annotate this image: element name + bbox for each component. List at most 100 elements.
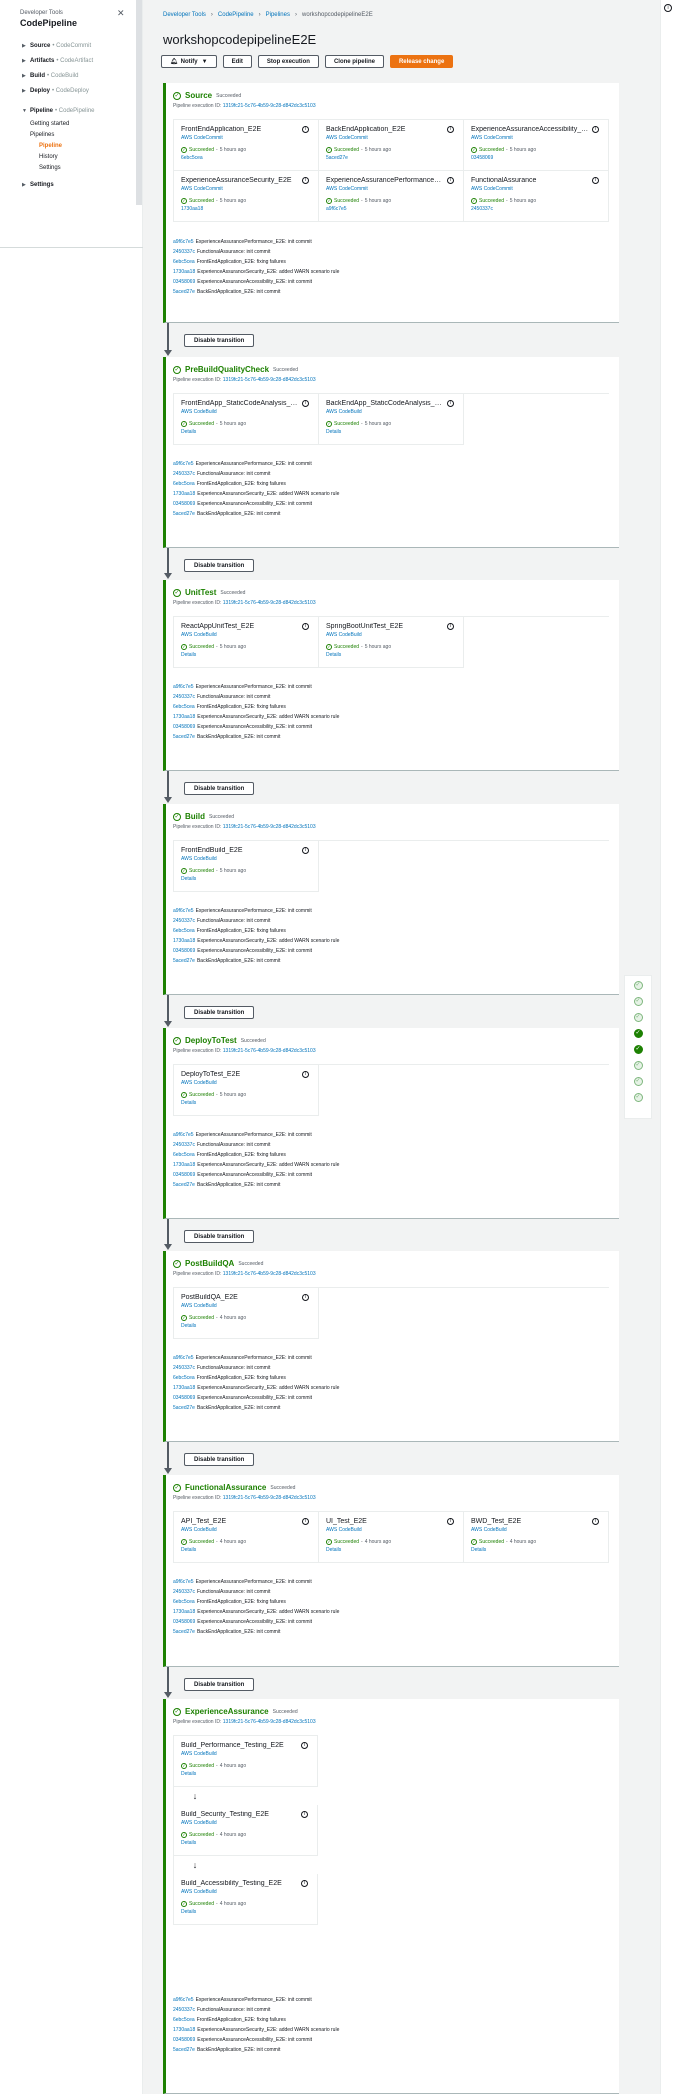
commit-id-link[interactable]: a9f6c7e5 xyxy=(173,1132,194,1138)
stage-status-dot[interactable]: ✓ xyxy=(633,1029,643,1038)
stage-status-dot[interactable]: ✓ xyxy=(633,1045,643,1054)
action-detail-link[interactable]: a9f6c7e5 xyxy=(326,206,457,212)
action-provider-link[interactable]: AWS CodeCommit xyxy=(326,186,457,192)
action-detail-link[interactable]: Details xyxy=(326,429,457,435)
action-provider-link[interactable]: AWS CodeBuild xyxy=(181,1303,312,1309)
disable-transition-button[interactable]: Disable transition xyxy=(184,1006,255,1019)
execution-id-link[interactable]: 1319fc21-5c76-4b59-9c28-d842dc3c5103 xyxy=(223,377,316,383)
action-detail-link[interactable]: Details xyxy=(471,1547,602,1553)
info-icon[interactable]: i xyxy=(302,1518,309,1525)
notify-button[interactable]: 🔔︎ Notify ▼ xyxy=(161,55,217,68)
commit-id-link[interactable]: 2450337c xyxy=(173,1142,195,1148)
action-provider-link[interactable]: AWS CodeBuild xyxy=(326,1527,457,1533)
action-provider-link[interactable]: AWS CodeCommit xyxy=(181,186,312,192)
action-detail-link[interactable]: Details xyxy=(326,652,457,658)
execution-id-link[interactable]: 1319fc21-5c76-4b59-9c28-d842dc3c5103 xyxy=(223,1271,316,1277)
stage-name[interactable]: FunctionalAssurance xyxy=(185,1483,266,1492)
action-detail-link[interactable]: 6ebc5cea xyxy=(181,155,312,161)
sidebar-scrollbar[interactable] xyxy=(136,0,142,205)
stage-status-dot[interactable]: ✓ xyxy=(633,1013,643,1022)
commit-id-link[interactable]: a9f6c7e5 xyxy=(173,684,194,690)
stage-status-dot[interactable]: ✓ xyxy=(633,981,643,990)
info-icon[interactable]: i xyxy=(301,1811,308,1818)
commit-id-link[interactable]: 5aced27e xyxy=(173,2047,195,2053)
action-provider-link[interactable]: AWS CodeBuild xyxy=(181,1527,312,1533)
commit-id-link[interactable]: 1730aa18 xyxy=(173,269,195,275)
action-detail-link[interactable]: 5aced27e xyxy=(326,155,457,161)
action-provider-link[interactable]: AWS CodeCommit xyxy=(471,186,602,192)
action-provider-link[interactable]: AWS CodeBuild xyxy=(181,856,312,862)
commit-id-link[interactable]: 1730aa18 xyxy=(173,491,195,497)
execution-id-link[interactable]: 1319fc21-5c76-4b59-9c28-d842dc3c5103 xyxy=(223,600,316,606)
execution-id-link[interactable]: 1319fc21-5c76-4b59-9c28-d842dc3c5103 xyxy=(223,103,316,109)
commit-id-link[interactable]: 6ebc5cea xyxy=(173,1599,195,1605)
action-provider-link[interactable]: AWS CodeBuild xyxy=(181,1889,311,1895)
action-provider-link[interactable]: AWS CodeBuild xyxy=(471,1527,602,1533)
info-icon[interactable]: i xyxy=(302,177,309,184)
disable-transition-button[interactable]: Disable transition xyxy=(184,1453,255,1466)
commit-id-link[interactable]: 6ebc5cea xyxy=(173,1152,195,1158)
commit-id-link[interactable]: a9f6c7e5 xyxy=(173,1355,194,1361)
commit-id-link[interactable]: 6ebc5cea xyxy=(173,704,195,710)
action-provider-link[interactable]: AWS CodeCommit xyxy=(326,135,457,141)
commit-id-link[interactable]: 03458069 xyxy=(173,1172,195,1178)
action-provider-link[interactable]: AWS CodeBuild xyxy=(181,409,312,415)
disable-transition-button[interactable]: Disable transition xyxy=(184,1678,255,1691)
sidebar-section-source[interactable]: ▶ Source • CodeCommit xyxy=(0,38,142,53)
commit-id-link[interactable]: 2450337c xyxy=(173,2007,195,2013)
action-detail-link[interactable]: Details xyxy=(181,652,312,658)
info-icon[interactable]: i xyxy=(301,1742,308,1749)
commit-id-link[interactable]: 5aced27e xyxy=(173,1405,195,1411)
commit-id-link[interactable]: 03458069 xyxy=(173,1395,195,1401)
stage-name[interactable]: UnitTest xyxy=(185,588,216,597)
commit-id-link[interactable]: 2450337c xyxy=(173,471,195,477)
sidebar-section-pipeline[interactable]: ▼ Pipeline • CodePipeline xyxy=(0,103,142,118)
commit-id-link[interactable]: 1730aa18 xyxy=(173,1385,195,1391)
commit-id-link[interactable]: 6ebc5cea xyxy=(173,928,195,934)
stage-name[interactable]: ExperienceAssurance xyxy=(185,1707,269,1716)
breadcrumb-codepipeline[interactable]: CodePipeline xyxy=(218,12,254,18)
action-detail-link[interactable]: Details xyxy=(181,1100,312,1106)
commit-id-link[interactable]: 2450337c xyxy=(173,694,195,700)
commit-id-link[interactable]: 2450337c xyxy=(173,249,195,255)
action-detail-link[interactable]: Details xyxy=(181,1771,311,1777)
action-provider-link[interactable]: AWS CodeBuild xyxy=(181,632,312,638)
action-provider-link[interactable]: AWS CodeBuild xyxy=(181,1751,311,1757)
info-icon[interactable]: i xyxy=(302,126,309,133)
execution-id-link[interactable]: 1319fc21-5c76-4b59-9c28-d842dc3c5103 xyxy=(223,1719,316,1725)
commit-id-link[interactable]: a9f6c7e5 xyxy=(173,1997,194,2003)
action-detail-link[interactable]: 2450337c xyxy=(471,206,602,212)
sidebar-subitem-pipeline[interactable]: Pipeline xyxy=(0,140,142,151)
info-icon[interactable]: i xyxy=(302,1071,309,1078)
action-detail-link[interactable]: Details xyxy=(181,876,312,882)
info-icon[interactable]: i xyxy=(592,1518,599,1525)
disable-transition-button[interactable]: Disable transition xyxy=(184,334,255,347)
commit-id-link[interactable]: 6ebc5cea xyxy=(173,1375,195,1381)
commit-id-link[interactable]: 03458069 xyxy=(173,724,195,730)
stop-execution-button[interactable]: Stop execution xyxy=(257,55,319,68)
sidebar-subitem-history[interactable]: History xyxy=(0,151,142,162)
info-icon[interactable]: i xyxy=(592,177,599,184)
stage-status-dot[interactable]: ✓ xyxy=(633,1077,643,1086)
action-detail-link[interactable]: Details xyxy=(181,1547,312,1553)
commit-id-link[interactable]: 6ebc5cea xyxy=(173,259,195,265)
action-detail-link[interactable]: Details xyxy=(181,429,312,435)
commit-id-link[interactable]: 1730aa18 xyxy=(173,714,195,720)
commit-id-link[interactable]: a9f6c7e5 xyxy=(173,239,194,245)
commit-id-link[interactable]: 2450337c xyxy=(173,1365,195,1371)
info-icon[interactable]: i xyxy=(302,847,309,854)
release-change-button[interactable]: Release change xyxy=(389,55,454,68)
sidebar-section-settings[interactable]: ▶ Settings xyxy=(0,177,142,192)
sidebar-section-artifacts[interactable]: ▶ Artifacts • CodeArtifact xyxy=(0,53,142,68)
stage-name[interactable]: DeployToTest xyxy=(185,1036,237,1045)
stage-status-dot[interactable]: ✓ xyxy=(633,1061,643,1070)
commit-id-link[interactable]: 1730aa18 xyxy=(173,938,195,944)
info-icon[interactable]: i xyxy=(447,126,454,133)
breadcrumb-pipelines[interactable]: Pipelines xyxy=(266,12,290,18)
stage-name[interactable]: PostBuildQA xyxy=(185,1259,234,1268)
stage-status-dot[interactable]: ✓ xyxy=(633,1093,643,1102)
disable-transition-button[interactable]: Disable transition xyxy=(184,782,255,795)
commit-id-link[interactable]: 5aced27e xyxy=(173,1629,195,1635)
execution-id-link[interactable]: 1319fc21-5c76-4b59-9c28-d842dc3c5103 xyxy=(223,1495,316,1501)
commit-id-link[interactable]: 03458069 xyxy=(173,279,195,285)
